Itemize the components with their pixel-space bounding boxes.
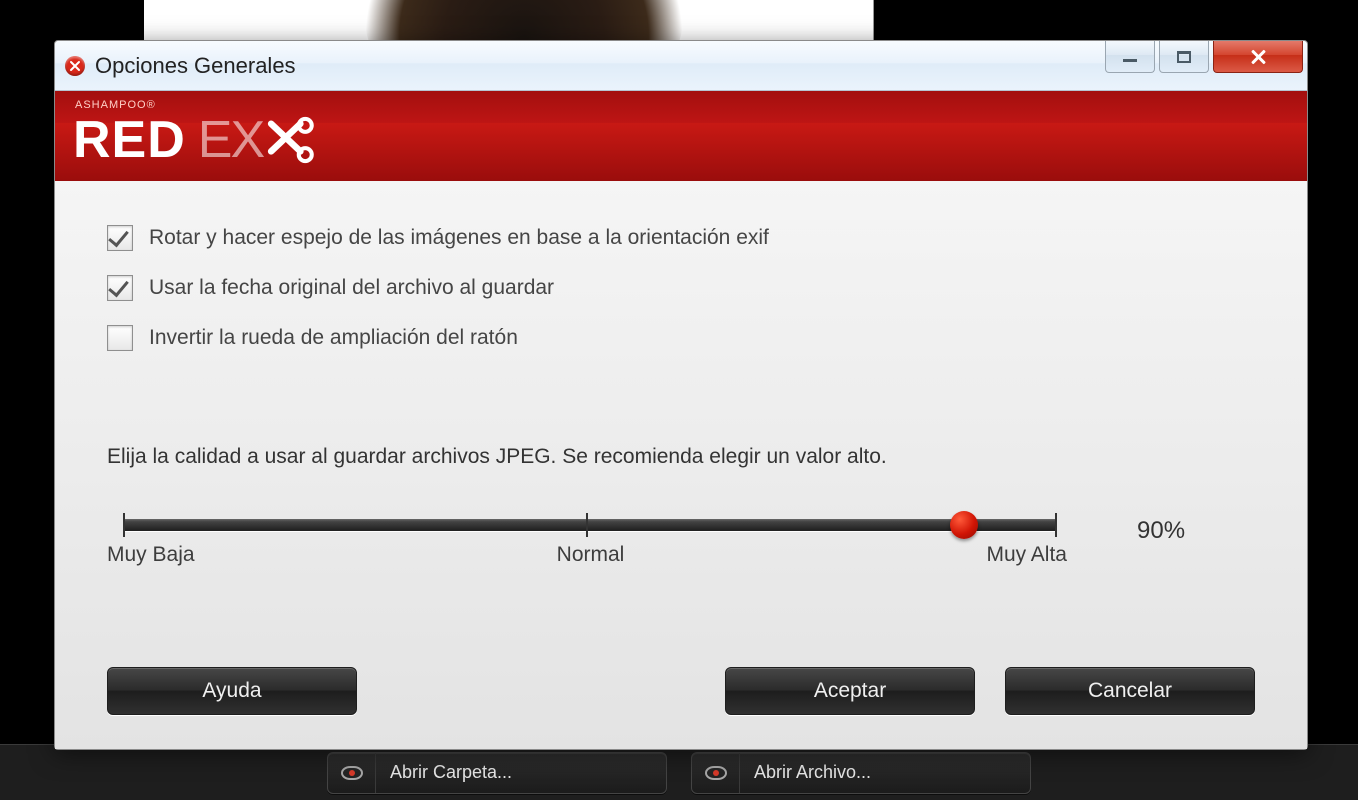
close-icon [1249, 48, 1267, 66]
minimize-button[interactable] [1105, 41, 1155, 73]
jpeg-quality-slider[interactable]: Muy Baja Normal Muy Alta [107, 511, 1067, 581]
jpeg-quality-section: Elija la calidad a usar al guardar archi… [107, 445, 1255, 581]
bottom-toolbar: Abrir Carpeta... Abrir Archivo... [0, 744, 1358, 800]
ok-button[interactable]: Aceptar [725, 667, 975, 715]
label-invert-wheel: Invertir la rueda de ampliación del rató… [149, 326, 518, 350]
minimize-icon [1123, 59, 1137, 62]
cancel-button[interactable]: Cancelar [1005, 667, 1255, 715]
slider-tick-mid [586, 513, 588, 537]
dialog-title: Opciones Generales [95, 53, 296, 79]
scissors-icon [263, 114, 315, 166]
app-icon [65, 56, 85, 76]
slider-tick-high [1055, 513, 1057, 537]
brand-name-part1: RED [73, 110, 186, 170]
brand-name-part2: EX [198, 110, 263, 170]
slider-track [123, 519, 1057, 531]
checkbox-rotate-exif[interactable] [107, 225, 133, 251]
slider-tick-low [123, 513, 125, 537]
dialog-titlebar[interactable]: Opciones Generales [55, 41, 1307, 91]
window-controls [1105, 41, 1303, 73]
dialog-button-row: Ayuda Aceptar Cancelar [107, 647, 1255, 739]
dialog-body: Rotar y hacer espejo de las imágenes en … [55, 181, 1307, 749]
red-eye-icon [692, 753, 740, 793]
label-rotate-exif: Rotar y hacer espejo de las imágenes en … [149, 226, 769, 250]
maximize-button[interactable] [1159, 41, 1209, 73]
jpeg-quality-value: 90% [1137, 517, 1207, 545]
brand-banner: ASHAMPOO® RED EX [55, 91, 1307, 181]
cancel-button-label: Cancelar [1088, 679, 1172, 703]
help-button-label: Ayuda [202, 679, 261, 703]
maximize-icon [1177, 51, 1191, 63]
open-file-button[interactable]: Abrir Archivo... [691, 752, 1031, 794]
brand-vendor: ASHAMPOO® [75, 99, 156, 111]
option-rotate-exif[interactable]: Rotar y hacer espejo de las imágenes en … [107, 225, 1255, 251]
open-folder-label: Abrir Carpeta... [390, 762, 512, 783]
close-button[interactable] [1213, 41, 1303, 73]
open-folder-button[interactable]: Abrir Carpeta... [327, 752, 667, 794]
general-options-dialog: Opciones Generales ASHAMPOO® RED EX Rota… [54, 40, 1308, 750]
ok-button-label: Aceptar [814, 679, 886, 703]
open-file-label: Abrir Archivo... [754, 762, 871, 783]
slider-caption-low: Muy Baja [107, 543, 195, 567]
help-button[interactable]: Ayuda [107, 667, 357, 715]
option-invert-wheel[interactable]: Invertir la rueda de ampliación del rató… [107, 325, 1255, 351]
checkbox-invert-wheel[interactable] [107, 325, 133, 351]
jpeg-quality-instruction: Elija la calidad a usar al guardar archi… [107, 445, 1255, 469]
slider-caption-mid: Normal [557, 543, 625, 567]
red-eye-icon [328, 753, 376, 793]
checkbox-use-original-date[interactable] [107, 275, 133, 301]
slider-thumb[interactable] [950, 511, 978, 539]
option-use-original-date[interactable]: Usar la fecha original del archivo al gu… [107, 275, 1255, 301]
slider-caption-high: Muy Alta [986, 543, 1067, 567]
label-use-original-date: Usar la fecha original del archivo al gu… [149, 276, 554, 300]
